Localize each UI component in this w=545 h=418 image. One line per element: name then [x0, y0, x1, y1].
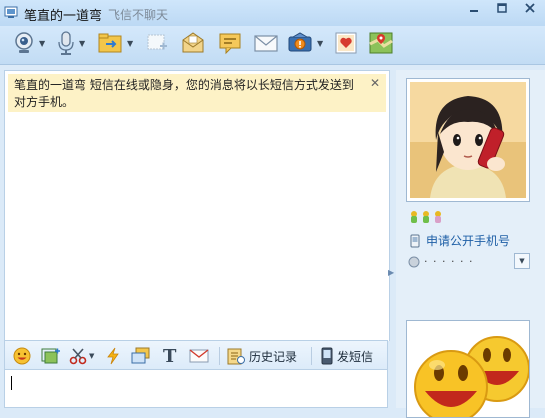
card-icon [335, 32, 357, 54]
signature-text: · · · · · · [424, 255, 474, 268]
email-button[interactable] [254, 29, 278, 57]
font-button[interactable]: T [163, 345, 177, 367]
add-contact-icon [147, 34, 167, 50]
input-toolbar: ▼ T 历史记录 发短信 [4, 340, 388, 370]
webcam-button[interactable]: ▼ [12, 29, 45, 57]
emotion-show-panel[interactable] [406, 320, 530, 418]
level-badges [408, 210, 444, 224]
send-sms-button[interactable]: 发短信 [321, 346, 373, 366]
status-dot-icon [408, 256, 420, 267]
window-button[interactable] [131, 346, 151, 366]
title-bar: 笔直的一道弯 飞信不聊天 [0, 0, 545, 26]
avatar[interactable] [406, 78, 530, 202]
emoticon-icon [13, 347, 31, 365]
cut-button[interactable]: ▼ [69, 346, 94, 366]
card-button[interactable] [334, 29, 358, 57]
vip-badge-icon [411, 211, 441, 223]
scissors-icon [69, 348, 87, 365]
history-icon [227, 348, 245, 365]
contact-profile-pane: 申请公开手机号 · · · · · · ▼ [396, 70, 545, 418]
windows-icon [131, 347, 150, 364]
minimize-icon[interactable] [465, 0, 483, 16]
lightning-icon [107, 347, 119, 365]
emoticon-button[interactable] [13, 346, 31, 366]
screenshot-icon [41, 348, 60, 364]
maximize-icon[interactable] [493, 0, 511, 16]
chevron-down-icon[interactable]: ▼ [89, 352, 94, 360]
message-note-button[interactable] [218, 29, 242, 57]
history-label: 历史记录 [249, 349, 298, 364]
map-button[interactable] [368, 29, 394, 57]
signature-dropdown[interactable]: ▼ [514, 253, 530, 269]
request-phone-label: 申请公开手机号 [426, 234, 511, 248]
history-button[interactable]: 历史记录 [227, 346, 297, 366]
file-transfer-button[interactable]: ▼ [98, 29, 133, 57]
mobile-phone-icon [321, 347, 333, 365]
mail-envelope-icon [182, 32, 204, 53]
mail-button[interactable] [189, 346, 209, 366]
notice-text: 笔直的一道弯 短信在线或隐身，您的消息将以长短信方式发送到对方手机。 [14, 78, 354, 109]
chevron-down-icon[interactable]: ▼ [79, 39, 85, 48]
chevron-down-icon[interactable]: ▼ [127, 39, 133, 48]
toolbar-divider [311, 347, 312, 365]
voice-button[interactable]: ▼ [56, 29, 85, 57]
webcam-icon [15, 32, 33, 53]
map-icon [369, 32, 393, 54]
avatar-image [410, 82, 526, 198]
send-sms-label: 发短信 [337, 349, 374, 364]
window-controls [465, 0, 539, 16]
chevron-down-icon[interactable]: ▼ [39, 39, 45, 48]
message-note-icon [219, 33, 241, 55]
expand-arrow-icon[interactable]: ▶ [388, 268, 394, 278]
app-box-button[interactable]: ▼ [288, 29, 323, 57]
screenshot-button[interactable] [41, 346, 61, 366]
contact-status: 飞信不聊天 [108, 8, 169, 22]
chevron-down-icon: ▼ [519, 257, 525, 265]
close-icon[interactable] [521, 0, 539, 16]
main-toolbar: ▼ ▼ ▼ ▼ [0, 26, 545, 65]
phone-icon [410, 234, 420, 247]
text-caret [11, 376, 12, 390]
notice-close-icon[interactable]: ✕ [370, 76, 380, 90]
toolbar-divider [219, 347, 220, 365]
envelope-icon [189, 349, 209, 363]
microphone-icon [58, 31, 74, 55]
file-transfer-icon [98, 33, 122, 53]
request-phone-link[interactable]: 申请公开手机号 [410, 232, 510, 249]
add-contact-button[interactable] [146, 29, 168, 57]
app-box-icon [288, 32, 312, 52]
nudge-button[interactable] [105, 346, 121, 366]
contact-name: 笔直的一道弯 [24, 9, 103, 24]
app-icon [4, 6, 18, 18]
email-icon [254, 35, 278, 52]
emoticon-face-icon [407, 321, 529, 417]
chat-history-area[interactable]: 笔直的一道弯 短信在线或隐身，您的消息将以长短信方式发送到对方手机。 ✕ [4, 70, 390, 341]
mailbox-button[interactable] [180, 29, 206, 57]
message-input[interactable] [4, 370, 388, 408]
font-icon: T [163, 345, 177, 367]
sms-notice-banner: 笔直的一道弯 短信在线或隐身，您的消息将以长短信方式发送到对方手机。 ✕ [8, 74, 386, 112]
chevron-down-icon[interactable]: ▼ [317, 39, 323, 48]
